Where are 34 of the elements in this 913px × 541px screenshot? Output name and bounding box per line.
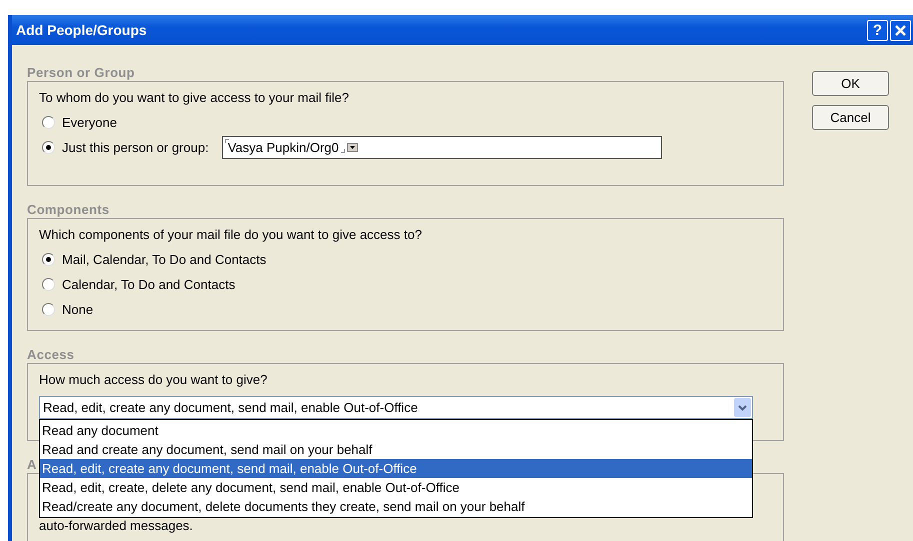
radio-label: Calendar, To Do and Contacts — [62, 276, 236, 294]
help-button[interactable]: ? — [867, 20, 888, 40]
radio-label: Just this person or group: — [62, 138, 209, 157]
group-label: Components — [27, 202, 110, 218]
dropdown-option[interactable]: Read, edit, create any document, send mail, enable Out-of-Office — [40, 459, 752, 478]
radio-label: None — [62, 300, 94, 319]
dialog-button[interactable]: Cancel — [812, 105, 889, 130]
radio-label: Everyone — [62, 114, 117, 132]
field-value: Vasya Pupkin/Org0 — [228, 138, 339, 157]
question-text: Which components of your mail file do you want to give access to? — [39, 226, 423, 244]
dropdown-option[interactable]: Read any document — [40, 421, 752, 440]
close-icon — [894, 24, 907, 36]
radio-button[interactable] — [42, 116, 55, 129]
dropdown-option[interactable]: Read and create any document, send mail on your behalf — [40, 440, 752, 459]
chevron-down-icon[interactable] — [734, 398, 751, 417]
caret-icon[interactable] — [346, 143, 358, 152]
dropdown-option[interactable]: Read, edit, create, delete any document, send mail, enable Out-of-Office — [40, 478, 752, 497]
name-field[interactable]: Vasya Pupkin/Org0 — [222, 136, 662, 159]
close-button[interactable] — [890, 20, 911, 40]
radio-button[interactable] — [42, 303, 55, 316]
question-text: To whom do you want to give access to your mail file? — [39, 89, 350, 107]
group-label: Access — [27, 347, 74, 363]
window-title: Add People/Groups — [16, 20, 148, 40]
radio-button[interactable] — [42, 278, 55, 291]
access-dropdown[interactable]: Read, edit, create any document, send mail, enable Out-of-Office — [39, 396, 753, 419]
question-text: How much access do you want to give? — [39, 371, 268, 389]
description-text: auto-forwarded messages. — [39, 519, 194, 533]
dialog-button[interactable]: OK — [812, 71, 889, 96]
radio-label: Mail, Calendar, To Do and Contacts — [62, 250, 266, 269]
group-label: Person or Group — [27, 65, 135, 81]
dropdown-option[interactable]: Read/create any document, delete documents they create, send mail on your behalf — [40, 497, 752, 516]
radio-button[interactable] — [42, 141, 55, 154]
group-label: A — [27, 457, 36, 473]
radio-button[interactable] — [42, 253, 55, 266]
